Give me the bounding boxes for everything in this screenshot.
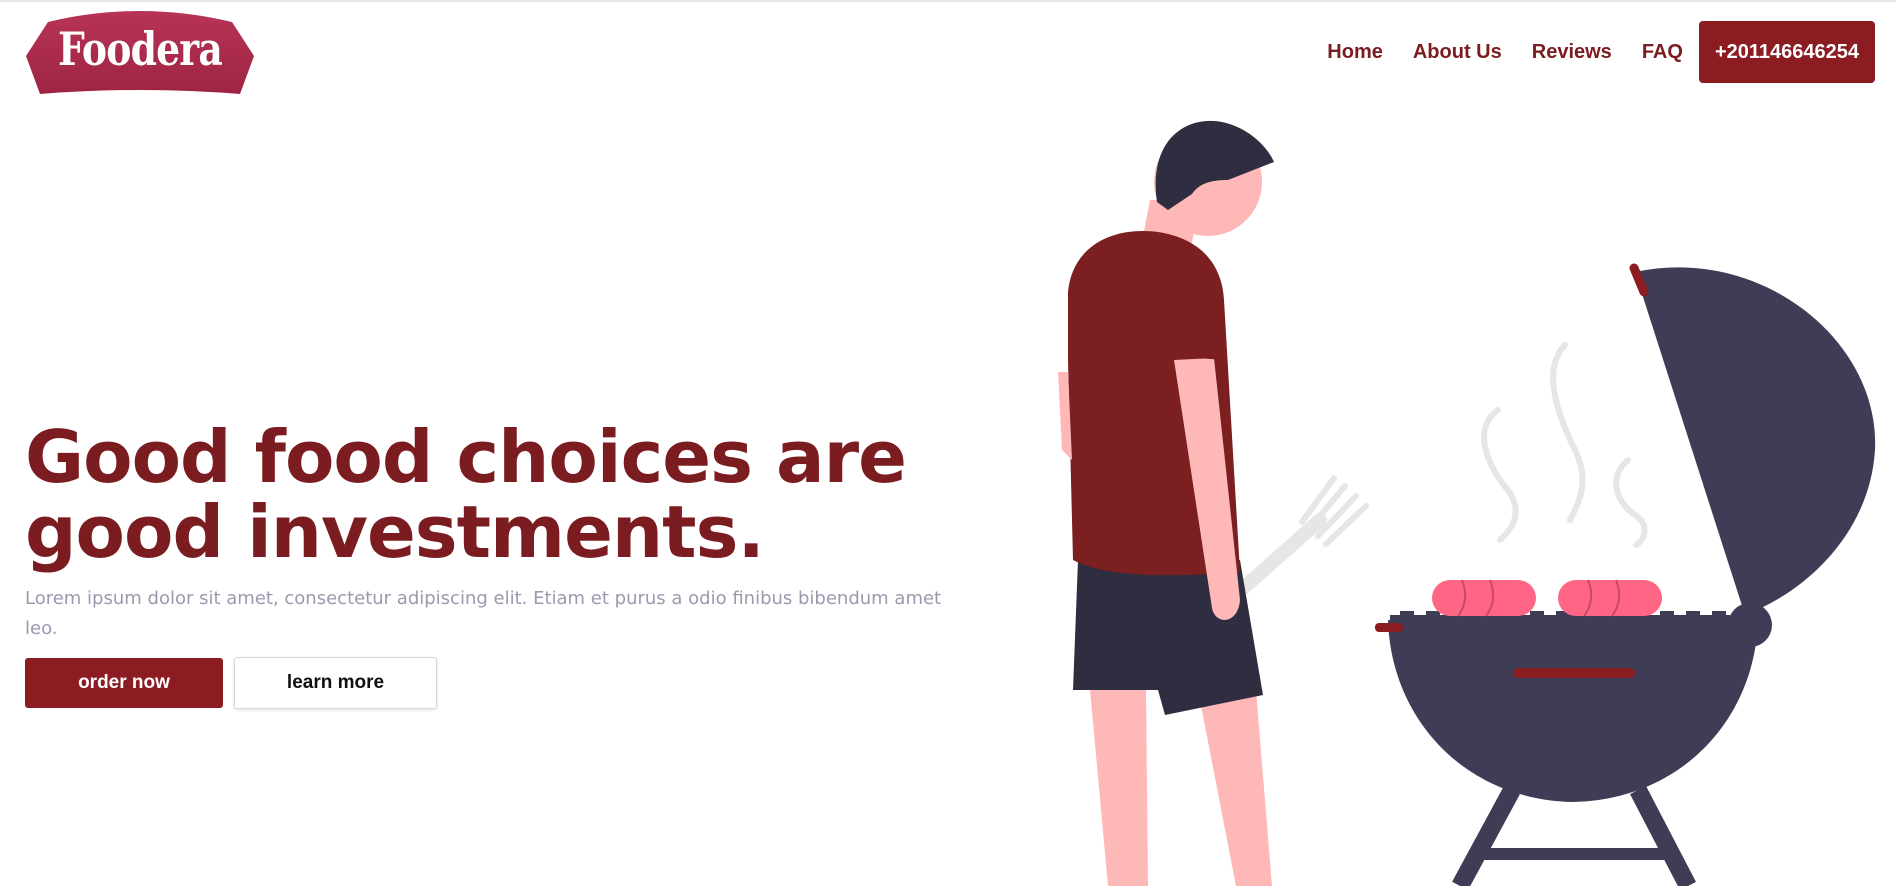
grill-vent	[1513, 668, 1635, 678]
brand-name: Foodera	[58, 22, 223, 76]
main-nav: Home About Us Reviews FAQ +201146646254	[1327, 21, 1875, 83]
grill-lid	[1635, 267, 1876, 615]
hero-title: Good food choices are good investments.	[25, 415, 907, 574]
sausage-icon	[1558, 579, 1662, 617]
nav-about-us[interactable]: About Us	[1413, 21, 1502, 83]
phone-button[interactable]: +201146646254	[1698, 21, 1875, 83]
grill-legs	[1452, 785, 1696, 886]
order-now-button[interactable]: order now	[25, 658, 223, 708]
hero-subtitle: Lorem ipsum dolor sit amet, consectetur …	[25, 588, 942, 639]
nav-home[interactable]: Home	[1327, 21, 1383, 83]
person-figure	[1058, 120, 1274, 886]
grill-side-handle	[1375, 623, 1403, 632]
nav-reviews[interactable]: Reviews	[1532, 21, 1612, 83]
man-grilling-illustration	[1058, 120, 1876, 886]
steam-icon	[1481, 342, 1648, 548]
grill-leg-bar	[1478, 848, 1678, 860]
sausage-icon	[1432, 579, 1536, 617]
grill-bowl	[1388, 620, 1758, 802]
learn-more-button[interactable]: learn more	[234, 657, 437, 709]
top-border	[0, 0, 1896, 2]
nav-faq[interactable]: FAQ	[1642, 21, 1683, 83]
brand-logo[interactable]: Foodera	[26, 6, 254, 98]
